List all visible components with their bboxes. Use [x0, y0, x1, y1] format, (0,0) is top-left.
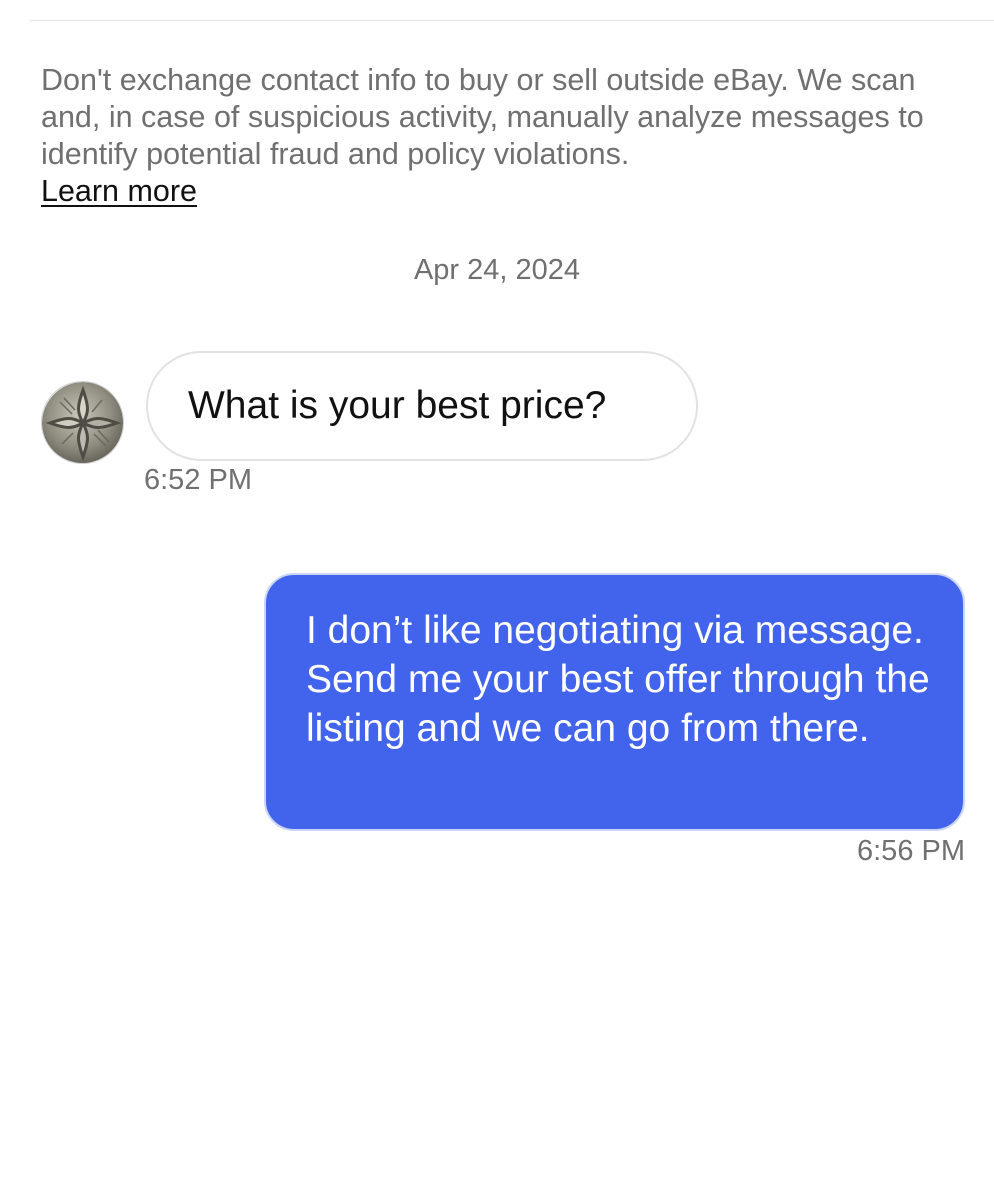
- sender-avatar[interactable]: [41, 381, 124, 464]
- outgoing-message-text: I don’t like negotiating via message. Se…: [306, 609, 930, 750]
- safety-notice: Don't exchange contact info to buy or se…: [41, 62, 941, 210]
- incoming-message-time: 6:52 PM: [144, 464, 252, 496]
- incoming-message-bubble[interactable]: What is your best price?: [146, 351, 698, 461]
- outgoing-message-time: 6:56 PM: [857, 835, 965, 867]
- safety-notice-text: Don't exchange contact info to buy or se…: [41, 63, 924, 171]
- coin-cross-avatar-icon: [42, 382, 123, 463]
- learn-more-link[interactable]: Learn more: [41, 174, 197, 208]
- outgoing-message-bubble[interactable]: I don’t like negotiating via message. Se…: [264, 573, 965, 831]
- header-divider: [30, 20, 994, 21]
- incoming-message-text: What is your best price?: [188, 384, 607, 427]
- date-separator: Apr 24, 2024: [413, 254, 581, 286]
